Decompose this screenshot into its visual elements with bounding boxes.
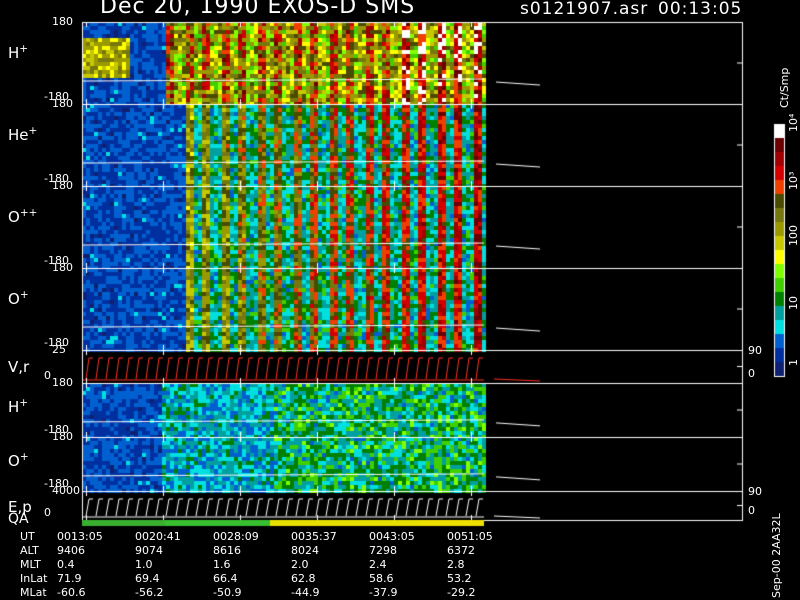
orbit-cell: 0043:05	[369, 530, 415, 543]
panel-ymax-1: 180	[52, 97, 73, 110]
orbit-cell: 0013:05	[57, 530, 103, 543]
orbit-row-label: MLat	[20, 586, 47, 599]
panel-ymax-5: 180	[52, 376, 73, 389]
panel-label-4: V,r	[8, 358, 30, 377]
orbit-row-label: UT	[20, 530, 35, 543]
panel-ymax-3: 180	[52, 261, 73, 274]
orbit-cell: 8024	[291, 544, 319, 557]
file-name: s0121907.asr	[520, 0, 649, 19]
orbit-cell: 8616	[213, 544, 241, 557]
file-time: 00:13:05	[658, 0, 743, 19]
panel-label-1: He+	[8, 124, 38, 144]
orbit-cell: 2.0	[291, 558, 309, 571]
orbit-row-label: MLT	[20, 558, 41, 571]
panel-rbot-7: 0	[748, 504, 755, 517]
orbit-cell: -60.6	[57, 586, 86, 599]
orbit-cell: 9074	[135, 544, 163, 557]
panel-ymax-2: 180	[52, 179, 73, 192]
colorbar-title: Ct/Smp	[778, 67, 791, 108]
orbit-row-label: InLat	[20, 572, 48, 585]
plot-canvas	[0, 0, 800, 600]
orbit-cell: 62.8	[291, 572, 316, 585]
orbit-cell: 69.4	[135, 572, 160, 585]
orbit-cell: 0.4	[57, 558, 75, 571]
orbit-cell: 1.6	[213, 558, 231, 571]
orbit-cell: 71.9	[57, 572, 82, 585]
panel-ymax-0: 180	[52, 15, 73, 28]
panel-label-5: H+	[8, 396, 29, 416]
orbit-cell: 6372	[447, 544, 475, 557]
panel-label-3: O+	[8, 288, 29, 308]
orbit-cell: -44.9	[291, 586, 320, 599]
panel-rtop-7: 90	[748, 485, 762, 498]
panel-ymax-6: 180	[52, 430, 73, 443]
panel-ymax-4: 25	[52, 343, 66, 356]
orbit-cell: 58.6	[369, 572, 394, 585]
orbit-cell: 9406	[57, 544, 85, 557]
panel-rbot-4: 0	[748, 367, 755, 380]
colorbar-tick-1: 10³	[787, 171, 800, 190]
footer-label: Sep-00 2AA32L	[770, 513, 783, 598]
colorbar-tick-4: 1	[787, 359, 800, 366]
orbit-row-label: ALT	[20, 544, 39, 557]
colorbar-tick-2: 100	[787, 225, 800, 246]
orbit-cell: 53.2	[447, 572, 472, 585]
orbit-cell: 0035:37	[291, 530, 337, 543]
orbit-cell: -50.9	[213, 586, 242, 599]
panel-label-6: O+	[8, 450, 29, 470]
colorbar-tick-0: 10⁴	[787, 113, 800, 132]
orbit-cell: -29.2	[447, 586, 476, 599]
orbit-cell: 0020:41	[135, 530, 181, 543]
colorbar-tick-3: 10	[787, 296, 800, 310]
orbit-cell: -56.2	[135, 586, 164, 599]
orbit-cell: 2.4	[369, 558, 387, 571]
panel-ymin-7: 0	[44, 506, 51, 519]
plot-title: Dec 20, 1990 EXOS-D SMS	[100, 0, 416, 19]
orbit-cell: 1.0	[135, 558, 153, 571]
orbit-cell: -37.9	[369, 586, 398, 599]
orbit-cell: 0028:09	[213, 530, 259, 543]
orbit-cell: 7298	[369, 544, 397, 557]
orbit-cell: 0051:05	[447, 530, 493, 543]
panel-ymin-4: 0	[44, 369, 51, 382]
panel-rtop-4: 90	[748, 344, 762, 357]
qa-label: QA	[8, 511, 29, 527]
panel-label-2: O++	[8, 206, 38, 226]
panel-label-0: H+	[8, 42, 29, 62]
panel-ymax-7: 4000	[52, 484, 80, 497]
orbit-cell: 66.4	[213, 572, 238, 585]
orbit-cell: 2.8	[447, 558, 465, 571]
